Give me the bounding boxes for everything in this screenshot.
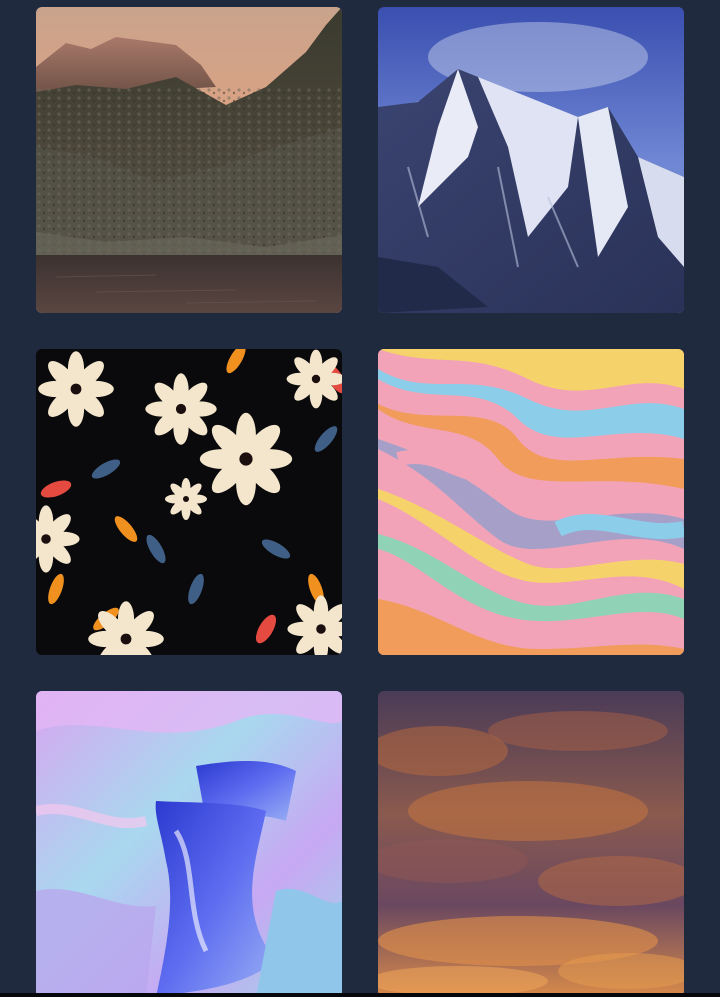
wallpaper-tile-floral-pattern[interactable] bbox=[36, 349, 342, 655]
orange-clouds-image bbox=[378, 691, 684, 997]
wallpaper-tile-pastel-swirl[interactable] bbox=[378, 349, 684, 655]
wallpaper-tile-mountain-lake-sunset[interactable] bbox=[36, 7, 342, 313]
wallpaper-tile-orange-clouds[interactable] bbox=[378, 691, 684, 997]
wallpaper-grid bbox=[36, 7, 684, 997]
snowy-peaks-image bbox=[378, 7, 684, 313]
wallpaper-tile-snowy-peaks[interactable] bbox=[378, 7, 684, 313]
wallpaper-tile-holographic-fluid[interactable] bbox=[36, 691, 342, 997]
mountain-lake-sunset-image bbox=[36, 7, 342, 313]
floral-pattern-image bbox=[36, 349, 342, 655]
pastel-swirl-image bbox=[378, 349, 684, 655]
holographic-fluid-image bbox=[36, 691, 342, 997]
bottom-edge-strip bbox=[0, 993, 720, 997]
